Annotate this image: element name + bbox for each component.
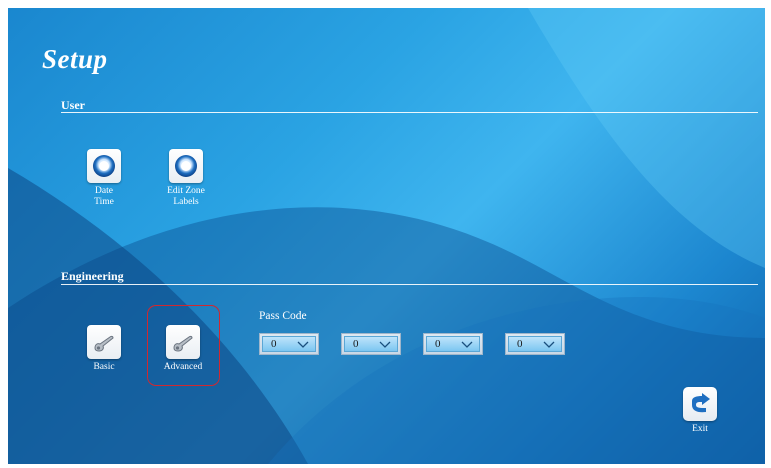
background-swoosh bbox=[8, 8, 765, 464]
chevron-down-icon bbox=[543, 341, 555, 348]
setup-screen: Setup User Date Time Edit Zone Labels En… bbox=[8, 8, 765, 464]
pass-code-digit-4[interactable]: 0 bbox=[505, 333, 565, 355]
edit-zone-labels-label: Edit Zone Labels bbox=[167, 186, 205, 207]
chevron-down-icon bbox=[461, 341, 473, 348]
pass-code-digit-3-value: 0 bbox=[435, 338, 441, 350]
user-section-divider bbox=[61, 112, 758, 113]
pass-code-digit-1[interactable]: 0 bbox=[259, 333, 319, 355]
exit-arrow-icon bbox=[692, 393, 710, 413]
advanced-button[interactable]: Advanced bbox=[148, 325, 218, 373]
pass-code-digit-3[interactable]: 0 bbox=[423, 333, 483, 355]
pass-code-digit-1-field[interactable]: 0 bbox=[262, 336, 316, 352]
pass-code-digit-2-field[interactable]: 0 bbox=[344, 336, 398, 352]
user-section-label: User bbox=[61, 98, 85, 112]
wrench-icon bbox=[173, 335, 193, 352]
edit-zone-labels-tile bbox=[169, 149, 203, 183]
pass-code-digit-4-value: 0 bbox=[517, 338, 523, 350]
basic-label: Basic bbox=[93, 362, 115, 372]
advanced-tile bbox=[166, 325, 200, 359]
page-title: Setup bbox=[42, 44, 108, 74]
date-time-tile bbox=[87, 149, 121, 183]
pass-code-digit-2-value: 0 bbox=[353, 338, 359, 350]
date-time-button[interactable]: Date Time bbox=[69, 149, 139, 208]
exit-label: Exit bbox=[692, 424, 708, 434]
basic-button[interactable]: Basic bbox=[69, 325, 139, 373]
exit-tile bbox=[683, 387, 717, 421]
edit-zone-labels-button[interactable]: Edit Zone Labels bbox=[151, 149, 221, 208]
advanced-label: Advanced bbox=[163, 362, 203, 372]
chevron-down-icon bbox=[379, 341, 391, 348]
pass-code-digit-4-field[interactable]: 0 bbox=[508, 336, 562, 352]
pass-code-digit-2[interactable]: 0 bbox=[341, 333, 401, 355]
engineering-section-label: Engineering bbox=[61, 269, 124, 283]
exit-button[interactable]: Exit bbox=[680, 387, 720, 434]
date-time-label: Date Time bbox=[94, 186, 114, 207]
engineering-section-divider bbox=[61, 284, 758, 285]
circle-button-icon bbox=[175, 155, 197, 177]
basic-tile bbox=[87, 325, 121, 359]
pass-code-label: Pass Code bbox=[259, 310, 307, 322]
circle-button-icon bbox=[93, 155, 115, 177]
pass-code-digit-1-value: 0 bbox=[271, 338, 277, 350]
wrench-icon bbox=[94, 335, 114, 352]
chevron-down-icon bbox=[297, 341, 309, 348]
pass-code-digit-3-field[interactable]: 0 bbox=[426, 336, 480, 352]
